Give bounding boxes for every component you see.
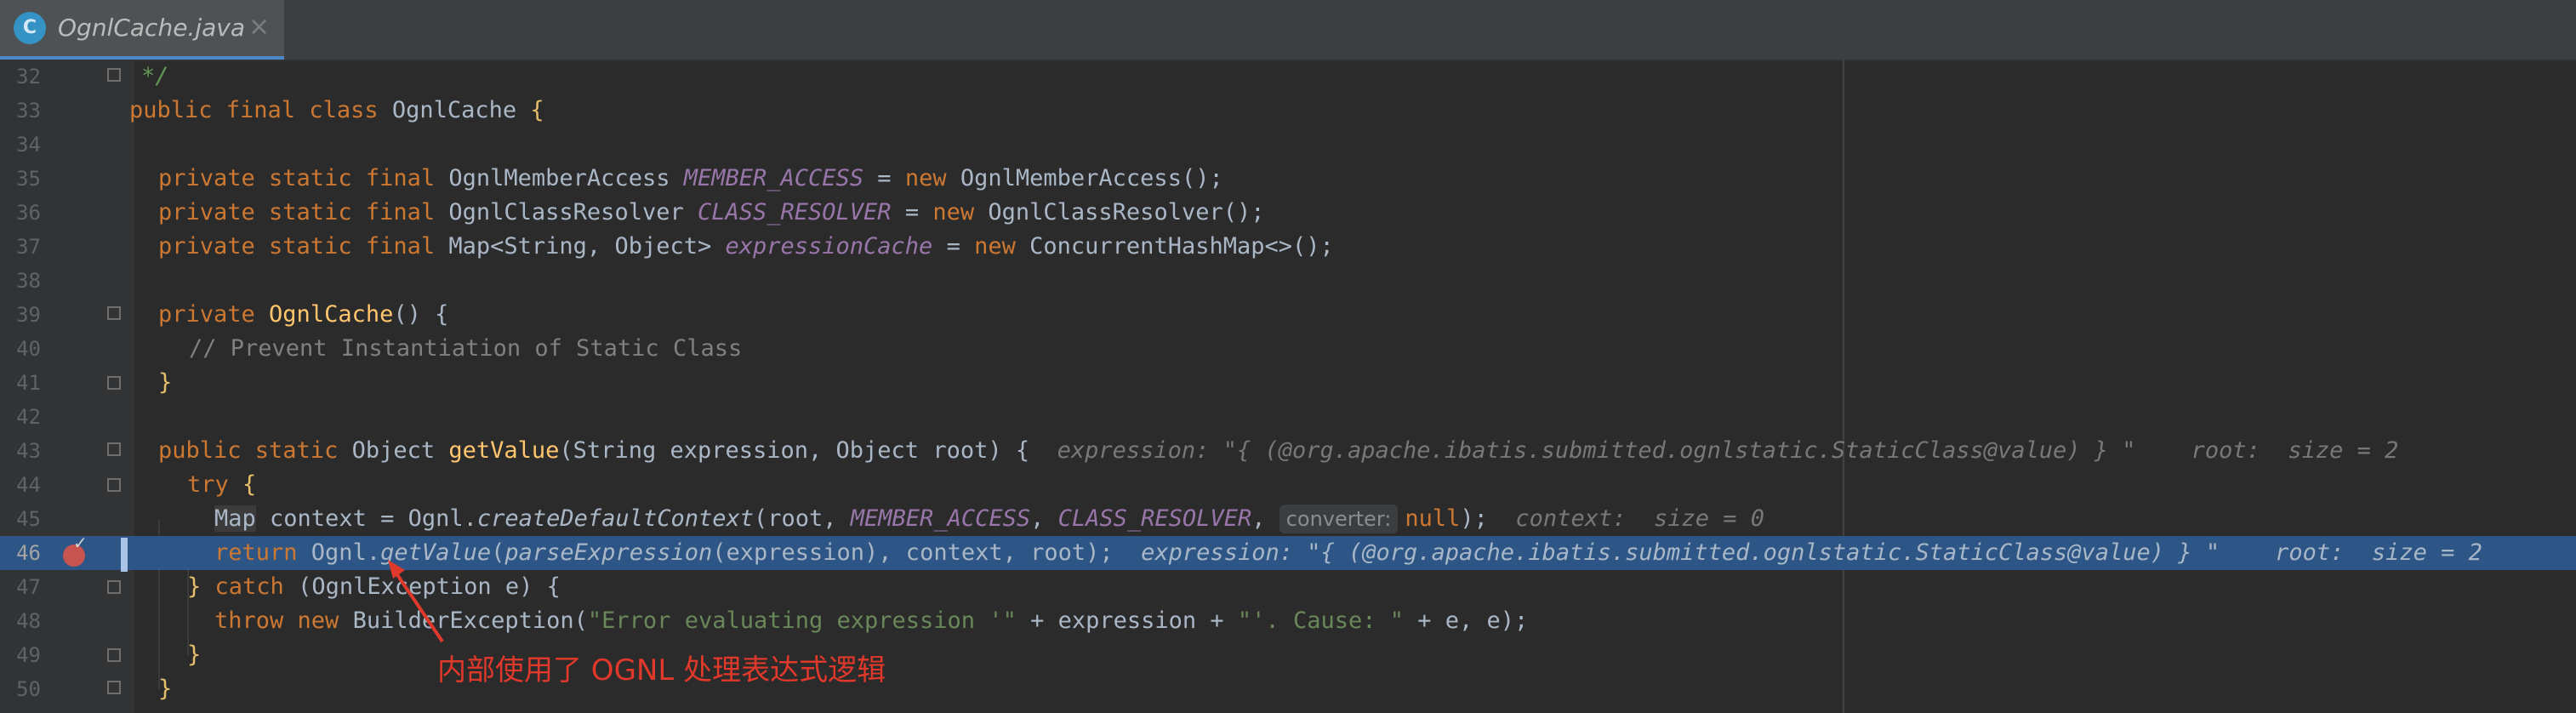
tab-ognlcache-java[interactable]: C OgnlCache.java × [0,0,284,60]
annotation-text: 内部使用了 OGNL 处理表达式逻辑 [437,653,886,687]
editor-tab-bar: C OgnlCache.java × [0,0,2576,61]
java-class-icon: C [14,12,46,44]
code-editor[interactable]: 32 */ 33 public final class OgnlCache { … [0,60,2576,713]
annotation-arrow-icon [388,560,444,643]
tab-filename: OgnlCache.java [58,14,245,42]
close-icon[interactable]: × [248,12,270,42]
